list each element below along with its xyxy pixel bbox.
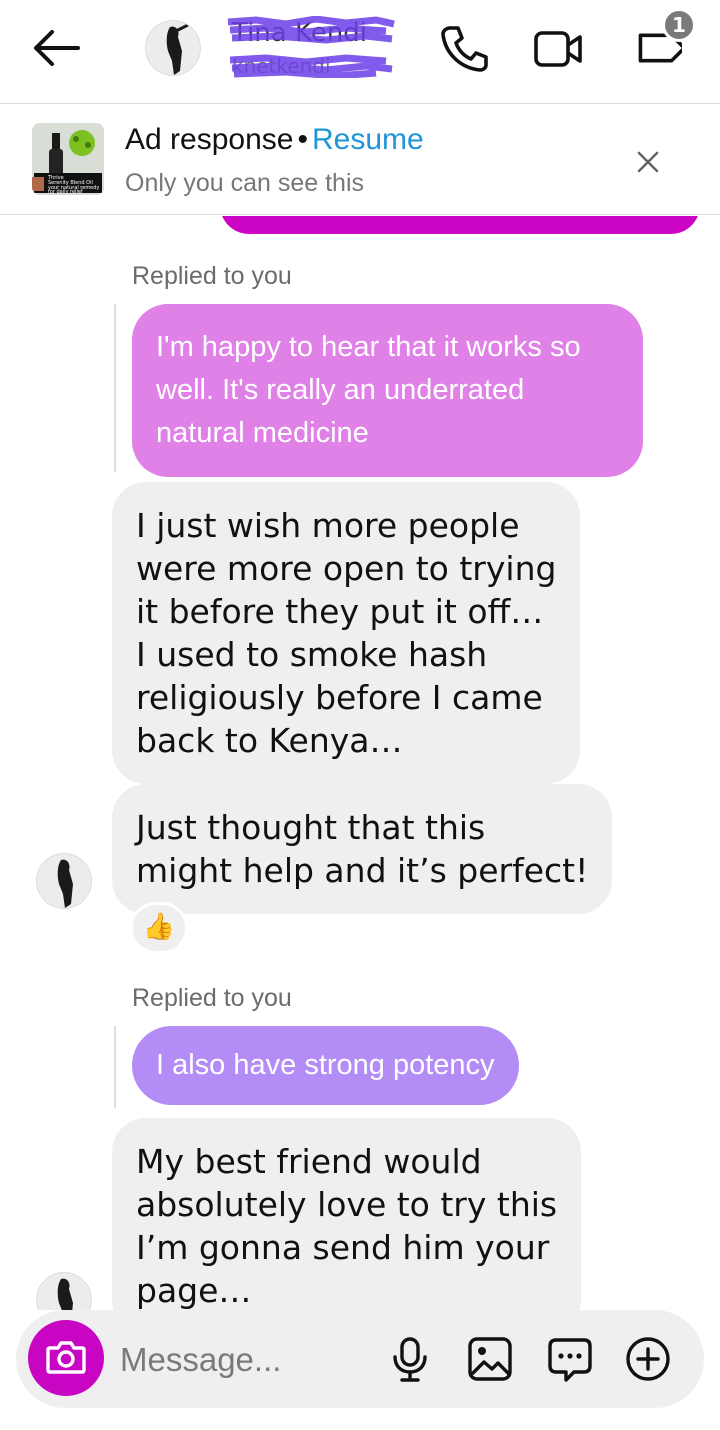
ad-response-banner: Thrive Serenity Blend Oil your natural r… xyxy=(0,105,720,215)
message-line: Just thought that this xyxy=(136,808,486,847)
sender-avatar[interactable] xyxy=(36,1272,92,1310)
replied-label: Replied to you xyxy=(132,262,292,290)
quoted-message[interactable]: I also have strong potency xyxy=(132,1026,519,1105)
message-line: back to Kenya… xyxy=(136,721,403,760)
microphone-icon xyxy=(393,1337,427,1382)
ad-title-row: Ad response • Resume xyxy=(125,123,424,157)
dismiss-ad-button[interactable] xyxy=(630,144,666,180)
gallery-button[interactable] xyxy=(466,1334,514,1384)
resume-link[interactable]: Resume xyxy=(312,123,424,156)
video-call-button[interactable] xyxy=(532,24,584,74)
sticker-icon xyxy=(548,1338,592,1382)
quoted-message[interactable]: I'm happy to hear that it works so well.… xyxy=(132,304,643,477)
incoming-message[interactable]: My best friend would absolutely love to … xyxy=(112,1118,582,1310)
quote-divider xyxy=(114,1026,116,1108)
message-line: I just wish more people xyxy=(136,506,520,545)
replied-label: Replied to you xyxy=(132,984,292,1012)
message-line: I’m gonna send him your xyxy=(136,1228,550,1267)
video-camera-icon xyxy=(534,31,582,67)
own-message-bubble[interactable] xyxy=(220,216,700,234)
message-line: I used to smoke hash xyxy=(136,635,488,674)
ad-subtitle: Only you can see this xyxy=(125,169,365,197)
back-button[interactable] xyxy=(30,26,82,70)
ad-separator: • xyxy=(297,123,308,156)
ad-thumb-caption: for daily relief xyxy=(48,189,83,195)
reaction-thumbs-up[interactable]: 👍 xyxy=(130,902,188,954)
gallery-icon xyxy=(468,1337,512,1381)
ad-thumbnail[interactable]: Thrive Serenity Blend Oil your natural r… xyxy=(32,123,104,195)
message-line: were more open to trying xyxy=(136,549,557,588)
message-line: My best friend would xyxy=(136,1142,482,1181)
message-line: page… xyxy=(136,1271,252,1310)
more-options-button[interactable] xyxy=(624,1334,672,1384)
message-composer xyxy=(16,1310,704,1408)
ad-title: Ad response xyxy=(125,123,294,156)
contact-avatar[interactable] xyxy=(145,20,201,76)
message-line: absolutely love to try this xyxy=(136,1185,558,1224)
close-icon xyxy=(637,151,659,173)
message-thread[interactable]: Replied to you I'm happy to hear that it… xyxy=(0,216,720,1310)
sender-avatar[interactable] xyxy=(36,853,92,909)
message-line: it before they put it off… xyxy=(136,592,544,631)
message-line: might help and it’s perfect! xyxy=(136,851,589,890)
quote-divider xyxy=(114,304,116,472)
message-input[interactable] xyxy=(120,1338,370,1382)
redaction-scribble xyxy=(227,16,395,78)
camera-icon xyxy=(46,1341,86,1374)
back-arrow-icon xyxy=(34,30,80,66)
phone-icon xyxy=(441,26,488,72)
camera-button[interactable] xyxy=(28,1320,104,1396)
chat-header: Tina Kendi knetkendi 1 xyxy=(0,0,720,104)
sticker-button[interactable] xyxy=(546,1334,594,1384)
voice-message-button[interactable] xyxy=(386,1334,434,1384)
message-line: religiously before I came xyxy=(136,678,543,717)
plus-icon xyxy=(626,1337,670,1381)
incoming-message[interactable]: Just thought that this might help and it… xyxy=(112,784,613,914)
contact-name-block[interactable]: Tina Kendi knetkendi xyxy=(226,16,396,78)
notification-badge: 1 xyxy=(662,8,696,42)
voice-call-button[interactable] xyxy=(438,24,490,74)
incoming-message[interactable]: I just wish more people were more open t… xyxy=(112,482,581,784)
